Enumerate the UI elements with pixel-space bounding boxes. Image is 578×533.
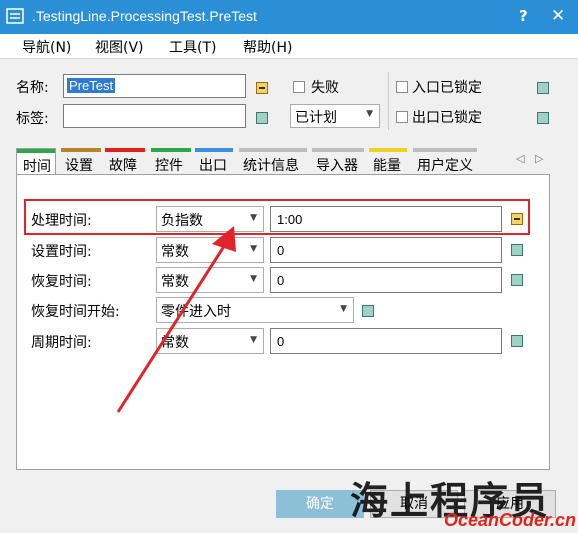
tab-label: 故障: [109, 158, 137, 174]
exit-locked-label: 出口已锁定: [412, 110, 482, 126]
chevron-down-icon: ▼: [250, 335, 257, 345]
recovery-time-field[interactable]: 0: [270, 267, 502, 293]
tab-label: 能量: [373, 158, 401, 174]
menu-view[interactable]: 视图(V): [95, 37, 144, 57]
processing-time-value: 1:00: [277, 212, 303, 227]
cycle-time-distribution-value: 常数: [161, 335, 189, 351]
divider: [388, 72, 389, 130]
failed-checkbox[interactable]: [293, 81, 305, 93]
tab-label: 出口: [199, 158, 227, 174]
cycle-time-field[interactable]: 0: [270, 328, 502, 354]
recovery-time-value: 0: [277, 273, 285, 288]
entrance-locked-attribute-icon[interactable]: [537, 82, 549, 94]
tab-label: 统计信息: [243, 158, 299, 174]
title-bar: .TestingLine.ProcessingTest.PreTest ? ✕: [0, 0, 578, 34]
tag-field[interactable]: [63, 104, 246, 128]
recovery-time-attribute-icon[interactable]: [511, 274, 523, 286]
tab-energy[interactable]: 能量: [369, 148, 409, 174]
menu-bar: 导航(N) 视图(V) 工具(T) 帮助(H): [0, 34, 578, 59]
tab-label: 时间: [23, 159, 51, 175]
recovery-start-select[interactable]: 零件进入时 ▼: [156, 297, 354, 323]
close-button[interactable]: ✕: [551, 6, 565, 26]
plan-select[interactable]: 已计划 ▼: [290, 104, 380, 128]
recovery-start-value: 零件进入时: [161, 304, 231, 320]
chevron-down-icon: ▼: [250, 244, 257, 254]
chevron-down-icon: ▼: [250, 213, 257, 223]
cycle-time-attribute-icon[interactable]: [511, 335, 523, 347]
entrance-locked-label: 入口已锁定: [412, 80, 482, 96]
name-menu-icon[interactable]: [256, 82, 268, 94]
chevron-down-icon: ▼: [340, 304, 347, 314]
failed-label: 失败: [311, 80, 339, 96]
tag-attribute-icon[interactable]: [256, 112, 268, 124]
tab-user-defined[interactable]: 用户定义: [413, 148, 479, 174]
menu-help[interactable]: 帮助(H): [243, 37, 292, 57]
processing-time-menu-icon[interactable]: [511, 213, 523, 225]
processing-time-distribution-value: 负指数: [161, 213, 203, 229]
recovery-start-attribute-icon[interactable]: [362, 305, 374, 317]
app-icon: [6, 8, 24, 24]
menu-tools[interactable]: 工具(T): [169, 37, 216, 57]
plan-select-value: 已计划: [295, 110, 337, 126]
setup-time-distribution-select[interactable]: 常数 ▼: [156, 237, 264, 263]
tab-color-bar: [312, 148, 364, 152]
watermark-url: OceanCoder.cn: [444, 510, 577, 530]
tab-color-bar: [105, 148, 145, 152]
exit-locked-attribute-icon[interactable]: [537, 112, 549, 124]
tab-color-bar: [239, 148, 307, 152]
tab-color-bar: [413, 148, 477, 152]
entrance-locked-checkbox[interactable]: [396, 81, 408, 93]
window-title: .TestingLine.ProcessingTest.PreTest: [32, 8, 257, 24]
name-field[interactable]: PreTest: [63, 74, 246, 98]
tab-color-bar: [151, 148, 191, 152]
tab-exit[interactable]: 出口: [195, 148, 235, 174]
cycle-time-value: 0: [277, 334, 285, 349]
processing-time-distribution-select[interactable]: 负指数 ▼: [156, 206, 264, 232]
tag-label: 标签:: [16, 111, 49, 127]
tab-color-bar: [195, 148, 233, 152]
recovery-time-distribution-value: 常数: [161, 274, 189, 290]
tab-color-bar: [369, 148, 407, 152]
tab-controls[interactable]: 控件: [151, 148, 191, 174]
processing-time-label: 处理时间:: [31, 213, 92, 229]
setup-time-label: 设置时间:: [31, 244, 92, 260]
setup-time-distribution-value: 常数: [161, 244, 189, 260]
help-button[interactable]: ?: [519, 7, 528, 25]
tab-label: 设置: [65, 158, 93, 174]
watermark: 海上程序员 OceanCoder.cn: [350, 466, 578, 533]
recovery-start-label: 恢复时间开始:: [31, 304, 120, 320]
cycle-time-label: 周期时间:: [31, 335, 92, 351]
processing-time-field[interactable]: 1:00: [270, 206, 502, 232]
chevron-down-icon: ▼: [366, 109, 373, 119]
setup-time-value: 0: [277, 243, 285, 258]
setup-time-field[interactable]: 0: [270, 237, 502, 263]
setup-time-attribute-icon[interactable]: [511, 244, 523, 256]
cycle-time-distribution-select[interactable]: 常数 ▼: [156, 328, 264, 354]
menu-navigate[interactable]: 导航(N): [22, 37, 71, 57]
tab-color-bar: [61, 148, 101, 152]
tab-time[interactable]: 时间: [16, 148, 56, 175]
tab-label: 用户定义: [417, 158, 473, 174]
recovery-time-label: 恢复时间:: [31, 274, 92, 290]
tab-scroll-right-icon[interactable]: ▷: [535, 152, 543, 165]
tab-importer[interactable]: 导入器: [312, 148, 366, 174]
chevron-down-icon: ▼: [250, 274, 257, 284]
tab-label: 控件: [155, 158, 183, 174]
tab-label: 导入器: [316, 158, 358, 174]
recovery-time-distribution-select[interactable]: 常数 ▼: [156, 267, 264, 293]
tab-scroll-left-icon[interactable]: ◁: [516, 152, 524, 165]
name-label: 名称:: [16, 80, 49, 96]
tab-settings[interactable]: 设置: [61, 148, 101, 174]
tab-statistics[interactable]: 统计信息: [239, 148, 309, 174]
exit-locked-checkbox[interactable]: [396, 111, 408, 123]
name-value: PreTest: [67, 78, 116, 93]
tab-failures[interactable]: 故障: [105, 148, 145, 174]
tab-color-bar: [17, 149, 55, 153]
